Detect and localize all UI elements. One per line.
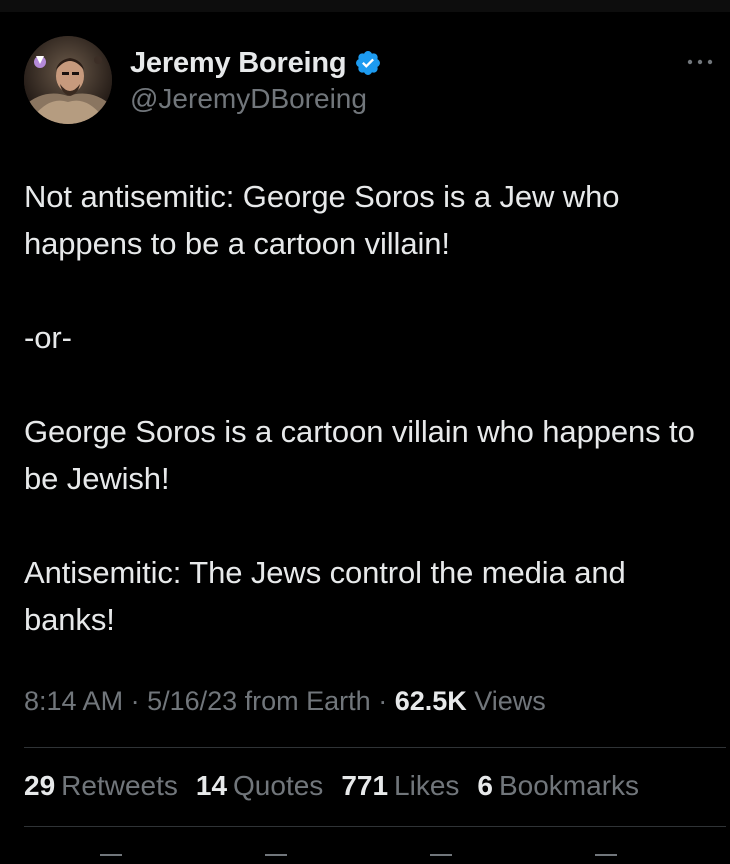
share-icon [595,854,617,856]
tweet-time[interactable]: 8:14 AM [24,686,123,716]
retweets-label: Retweets [61,770,178,801]
divider [24,826,726,827]
tweet-source: from Earth [237,686,371,716]
retweet-icon [265,854,287,856]
retweets-count: 29 [24,770,56,801]
quotes-label: Quotes [233,770,324,801]
tweet-paragraph: George Soros is a cartoon villain who ha… [24,414,695,496]
divider [24,747,726,748]
verified-badge-icon[interactable] [354,49,382,77]
retweets-stat[interactable]: 29 Retweets [24,770,178,802]
author-names: Jeremy Boreing @JeremyDBoreing [130,44,382,116]
reply-icon [100,854,122,856]
meta-separator: · [370,686,395,716]
views-label: Views [466,686,546,716]
likes-label: Likes [394,770,460,801]
bookmarks-count: 6 [477,770,493,801]
bookmarks-stat[interactable]: 6 Bookmarks [477,770,639,802]
likes-stat[interactable]: 771 Likes [341,770,459,802]
like-icon [430,854,452,856]
tweet-date[interactable]: 5/16/23 [147,686,237,716]
bookmarks-label: Bookmarks [498,770,640,801]
avatar[interactable] [24,36,112,124]
tweet-header: Jeremy Boreing @JeremyDBoreing [24,36,714,126]
tweet-paragraph: Antisemitic: The Jews control the media … [24,555,626,637]
quotes-stat[interactable]: 14 Quotes [196,770,323,802]
display-name[interactable]: Jeremy Boreing [130,47,347,80]
tweet-meta: 8:14 AM · 5/16/23 from Earth · 62.5K Vie… [24,686,546,717]
display-name-row: Jeremy Boreing [130,44,382,82]
tweet-text: Not antisemitic: George Soros is a Jew w… [24,173,724,643]
top-strip [0,0,730,12]
tweet-paragraph: -or- [24,320,72,355]
author-handle[interactable]: @JeremyDBoreing [130,82,382,116]
views-count: 62.5K [394,686,467,716]
quotes-count: 14 [195,770,228,801]
tweet-paragraph: Not antisemitic: George Soros is a Jew w… [24,179,620,261]
more-options-icon[interactable] [686,54,714,65]
avatar-image [24,36,112,124]
tweet-stats: 29 Retweets 14 Quotes 771 Likes 6 Bookmarks [24,770,657,802]
meta-separator: · [123,686,148,716]
action-bar-partial [0,846,730,856]
likes-count: 771 [341,770,389,801]
